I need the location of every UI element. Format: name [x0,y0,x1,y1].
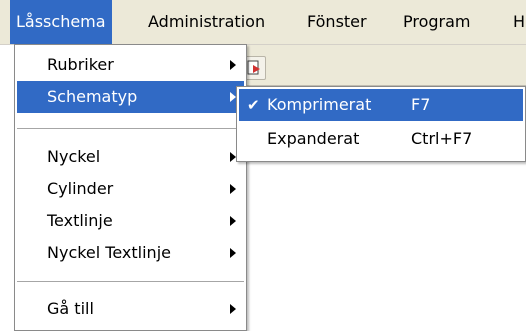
menu-item-textlinje[interactable]: Textlinje [17,205,244,237]
submenu-arrow-icon [230,184,236,194]
menu-separator [17,128,244,129]
menu-item-nyckel-textlinje[interactable]: Nyckel Textlinje [17,237,244,269]
submenu-item-label: Expanderat [267,129,360,148]
menu-item-label: Nyckel Textlinje [47,243,171,262]
shortcut-label: Ctrl+F7 [411,129,473,148]
menu-fonster[interactable]: Fönster [301,0,373,44]
menu-separator [17,281,244,282]
checkmark-icon: ✔ [247,96,260,114]
menu-bar: Låsschema Administration Fönster Program… [0,0,526,45]
submenu-arrow-icon [230,304,236,314]
menu-item-schematyp[interactable]: Schematyp [17,81,244,113]
shortcut-label: F7 [411,95,431,114]
menu-item-label: Gå till [47,299,94,318]
schematyp-submenu: ✔ Komprimerat F7 Expanderat Ctrl+F7 [236,86,526,162]
menu-item-cylinder[interactable]: Cylinder [17,173,244,205]
submenu-item-komprimerat[interactable]: ✔ Komprimerat F7 [239,89,523,121]
menu-help-truncated[interactable]: H [507,0,526,44]
menu-item-label: Cylinder [47,179,114,198]
menu-item-label: Schematyp [47,87,138,106]
menu-item-label: Nyckel [47,147,101,166]
submenu-arrow-icon [230,60,236,70]
menu-item-label: Rubriker [47,55,114,74]
menu-item-ga-till[interactable]: Gå till [17,293,244,325]
submenu-arrow-icon [230,216,236,226]
menu-lasschema[interactable]: Låsschema [10,0,112,44]
menu-item-rubriker[interactable]: Rubriker [17,49,244,81]
menu-administration[interactable]: Administration [142,0,271,44]
submenu-arrow-icon [230,248,236,258]
lasschema-dropdown-menu: Rubriker Schematyp Nyckel Cylinder Textl… [14,44,247,331]
submenu-item-expanderat[interactable]: Expanderat Ctrl+F7 [239,123,523,155]
submenu-item-label: Komprimerat [267,95,372,114]
toolbar [240,45,526,86]
menu-item-label: Textlinje [47,211,113,230]
menu-program[interactable]: Program [397,0,477,44]
menu-item-nyckel[interactable]: Nyckel [17,141,244,173]
